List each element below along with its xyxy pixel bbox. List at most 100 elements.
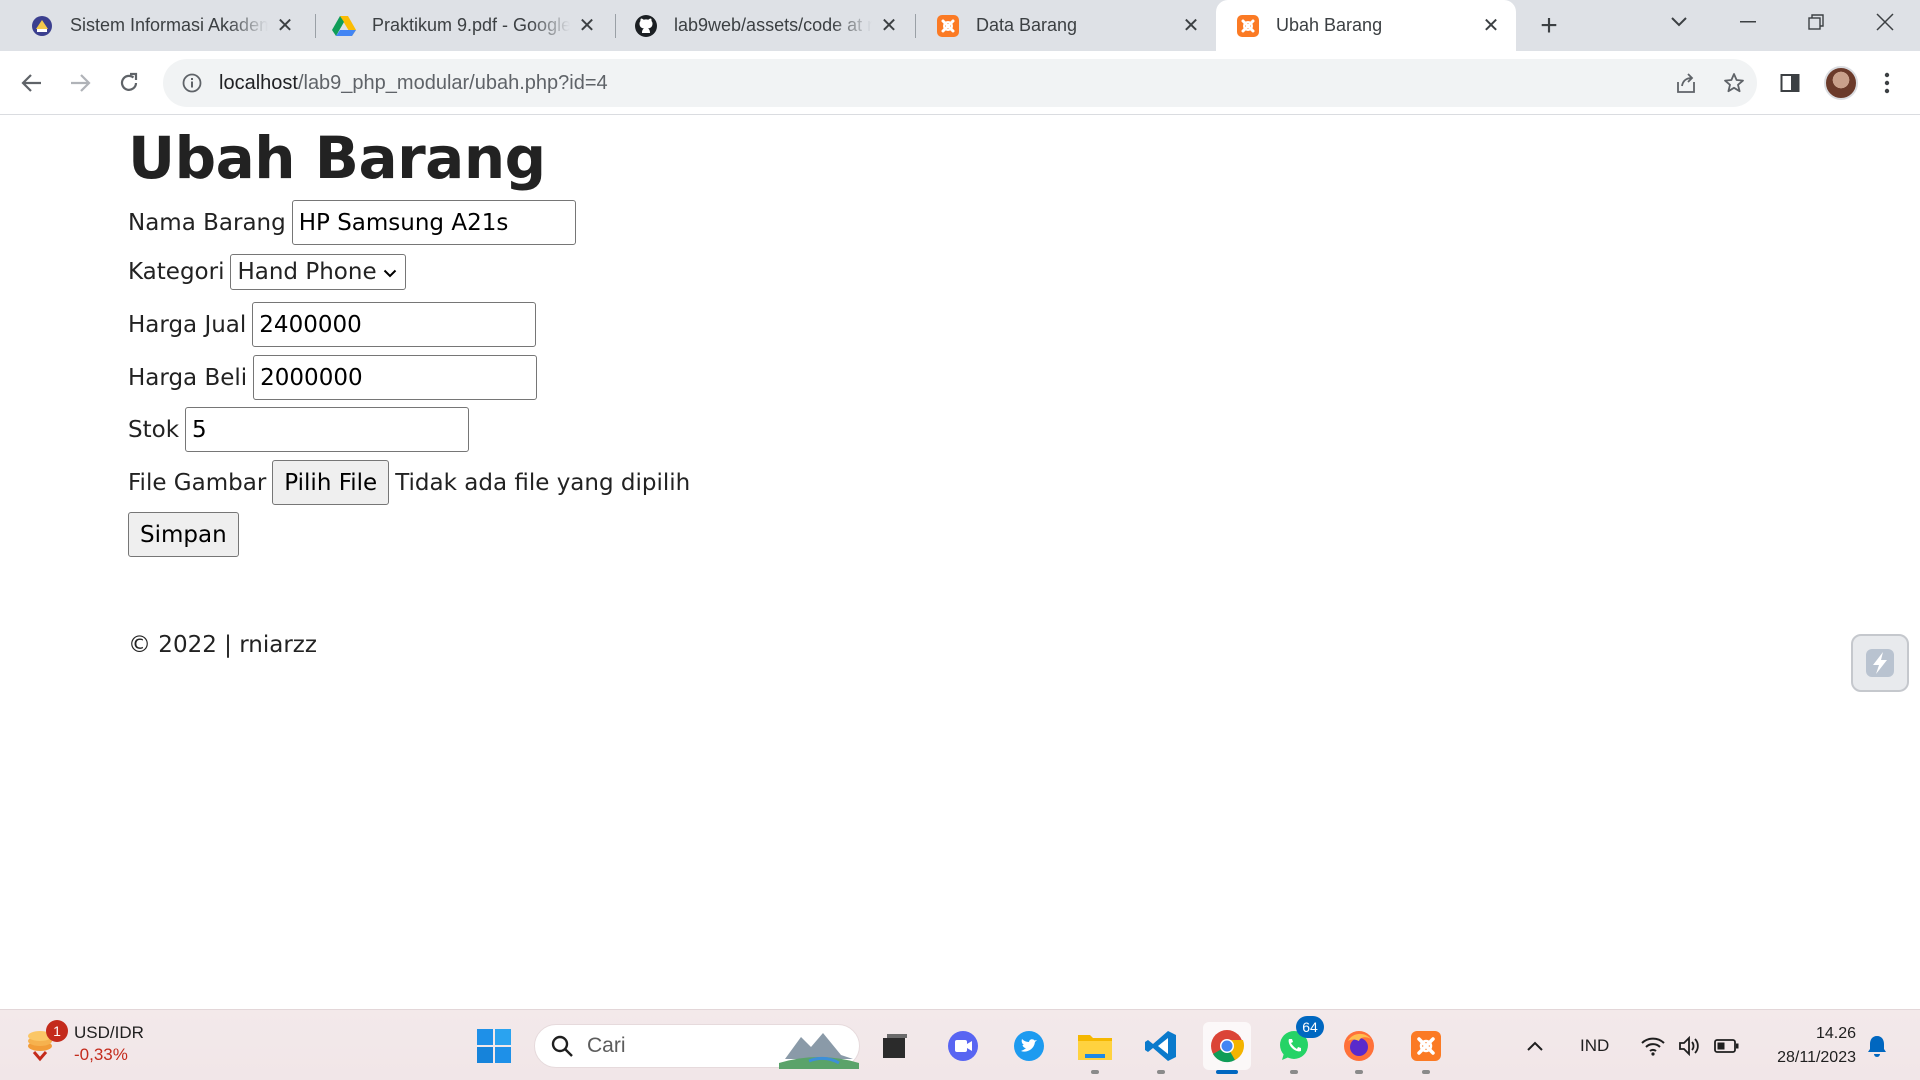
taskbar-firefox[interactable]	[1335, 1022, 1383, 1074]
firefox-icon	[1344, 1031, 1374, 1061]
taskbar-twitter[interactable]	[1005, 1022, 1053, 1070]
language-indicator[interactable]: IND	[1580, 1010, 1609, 1080]
search-placeholder: Cari	[587, 1034, 626, 1057]
new-tab-button[interactable]: +	[1532, 9, 1566, 43]
close-tab-icon[interactable]: ✕	[576, 15, 598, 37]
weather-stock-widget[interactable]: 1 USD/IDR -0,33%	[24, 1020, 144, 1066]
page-title: Ubah Barang	[128, 124, 546, 192]
harga-jual-label: Harga Jual	[128, 311, 247, 338]
taskbar-xampp[interactable]	[1402, 1022, 1450, 1074]
clock-time: 14.26	[1815, 1025, 1856, 1042]
bell-icon	[1868, 1035, 1886, 1057]
minimize-button[interactable]	[1714, 0, 1782, 44]
reload-button[interactable]	[109, 63, 149, 103]
file-status-text: Tidak ada file yang dipilih	[395, 469, 691, 496]
tab-ubah-barang[interactable]: Ubah Barang ✕	[1216, 0, 1516, 51]
tab-title: Sistem Informasi Akademik	[70, 15, 268, 35]
browser-menu-button[interactable]	[1867, 63, 1907, 103]
restore-button[interactable]	[1782, 0, 1850, 44]
twitter-icon	[1014, 1031, 1044, 1061]
side-panel-icon	[1780, 74, 1800, 92]
battery-icon	[1714, 1038, 1739, 1053]
tab-title: Data Barang	[976, 15, 1078, 35]
running-indicator	[1157, 1070, 1165, 1074]
taskbar-search[interactable]: Cari	[534, 1024, 860, 1069]
notification-count-badge: 64	[1296, 1016, 1324, 1038]
kategori-selected: Hand Phone	[237, 259, 377, 285]
tab-praktikum-pdf[interactable]: Praktikum 9.pdf - Google Drive ✕	[312, 0, 612, 51]
back-arrow-icon	[21, 74, 41, 92]
google-drive-icon	[332, 14, 356, 38]
forward-button[interactable]	[60, 63, 100, 103]
close-tab-icon[interactable]: ✕	[1180, 15, 1202, 37]
tab-title: Praktikum 9.pdf - Google Drive	[372, 15, 570, 35]
address-bar[interactable]: localhost/lab9_php_modular/ubah.php?id=4	[163, 59, 1757, 107]
form-row-nama: Nama Barang	[128, 200, 576, 245]
search-highlight-illustration-icon	[779, 1033, 859, 1069]
widget-badge: 1	[46, 1020, 68, 1042]
chevron-up-icon	[1527, 1041, 1543, 1051]
windows-taskbar: 1 USD/IDR -0,33% Cari 64 IND 14.26 28/11…	[0, 1009, 1920, 1080]
widget-title: USD/IDR	[74, 1023, 144, 1042]
lightning-icon	[1866, 649, 1894, 677]
folder-icon	[1078, 1035, 1112, 1060]
tab-github[interactable]: lab9web/assets/code at main ✕	[614, 0, 914, 51]
tab-title: lab9web/assets/code at main	[674, 15, 872, 35]
start-button[interactable]	[470, 1022, 518, 1070]
running-indicator	[1091, 1070, 1099, 1074]
windows-logo-icon	[477, 1029, 511, 1063]
taskbar-task-view[interactable]	[871, 1022, 919, 1070]
harga-beli-input[interactable]	[253, 355, 538, 400]
form-row-harga-jual: Harga Jual	[128, 302, 537, 347]
close-window-button[interactable]	[1851, 0, 1919, 44]
close-tab-icon[interactable]: ✕	[878, 15, 900, 37]
system-clock[interactable]: 14.26 28/11/2023	[1756, 1022, 1856, 1070]
show-hidden-icons-button[interactable]	[1526, 1010, 1544, 1080]
github-icon	[634, 14, 658, 38]
simpan-button[interactable]: Simpan	[128, 512, 239, 557]
form-row-submit: Simpan	[128, 512, 239, 557]
taskbar-vscode[interactable]	[1137, 1022, 1185, 1074]
site-info-icon[interactable]	[177, 68, 207, 98]
nama-input[interactable]	[291, 200, 576, 245]
currency-chart-icon: 1	[24, 1020, 68, 1064]
university-icon	[30, 14, 54, 38]
share-icon[interactable]	[1671, 68, 1701, 98]
harga-jual-input[interactable]	[252, 302, 537, 347]
notification-center-button[interactable]	[1866, 1010, 1888, 1080]
floating-extension-button[interactable]	[1851, 634, 1909, 692]
profile-avatar[interactable]	[1824, 66, 1858, 100]
form-row-stok: Stok	[128, 407, 470, 452]
vscode-icon	[1145, 1031, 1176, 1061]
close-tab-icon[interactable]: ✕	[274, 15, 296, 37]
tab-sistem-informasi[interactable]: Sistem Informasi Akademik ✕	[10, 0, 310, 51]
chat-app-icon	[948, 1031, 978, 1061]
file-label: File Gambar	[128, 469, 267, 496]
bookmark-star-icon[interactable]	[1719, 68, 1749, 98]
quick-settings[interactable]	[1640, 1010, 1740, 1080]
taskbar-file-explorer[interactable]	[1071, 1022, 1119, 1074]
tab-title: Ubah Barang	[1276, 15, 1383, 35]
page-footer: © 2022 | rniarzz	[128, 632, 317, 658]
close-tab-icon[interactable]: ✕	[1480, 15, 1502, 37]
chevron-down-icon	[383, 263, 397, 282]
taskbar-discord[interactable]	[939, 1022, 987, 1070]
kategori-select[interactable]: Hand Phone	[230, 254, 406, 290]
running-indicator	[1290, 1070, 1298, 1074]
nama-label: Nama Barang	[128, 209, 286, 236]
form-row-file: File Gambar Pilih File Tidak ada file ya…	[128, 460, 690, 505]
tab-data-barang[interactable]: Data Barang ✕	[916, 0, 1216, 51]
tab-search-chevron-icon[interactable]	[1645, 0, 1713, 44]
task-view-icon	[883, 1034, 907, 1058]
choose-file-button[interactable]: Pilih File	[272, 460, 390, 505]
forward-arrow-icon	[71, 74, 91, 92]
back-button[interactable]	[12, 63, 52, 103]
side-panel-button[interactable]	[1770, 63, 1810, 103]
search-icon	[549, 1033, 575, 1059]
browser-toolbar: localhost/lab9_php_modular/ubah.php?id=4	[0, 51, 1920, 115]
taskbar-whatsapp[interactable]: 64	[1270, 1016, 1324, 1074]
stok-input[interactable]	[185, 407, 470, 452]
tab-strip: Sistem Informasi Akademik ✕ Praktikum 9.…	[0, 0, 1920, 51]
kategori-label: Kategori	[128, 259, 225, 285]
taskbar-chrome[interactable]	[1203, 1022, 1251, 1074]
